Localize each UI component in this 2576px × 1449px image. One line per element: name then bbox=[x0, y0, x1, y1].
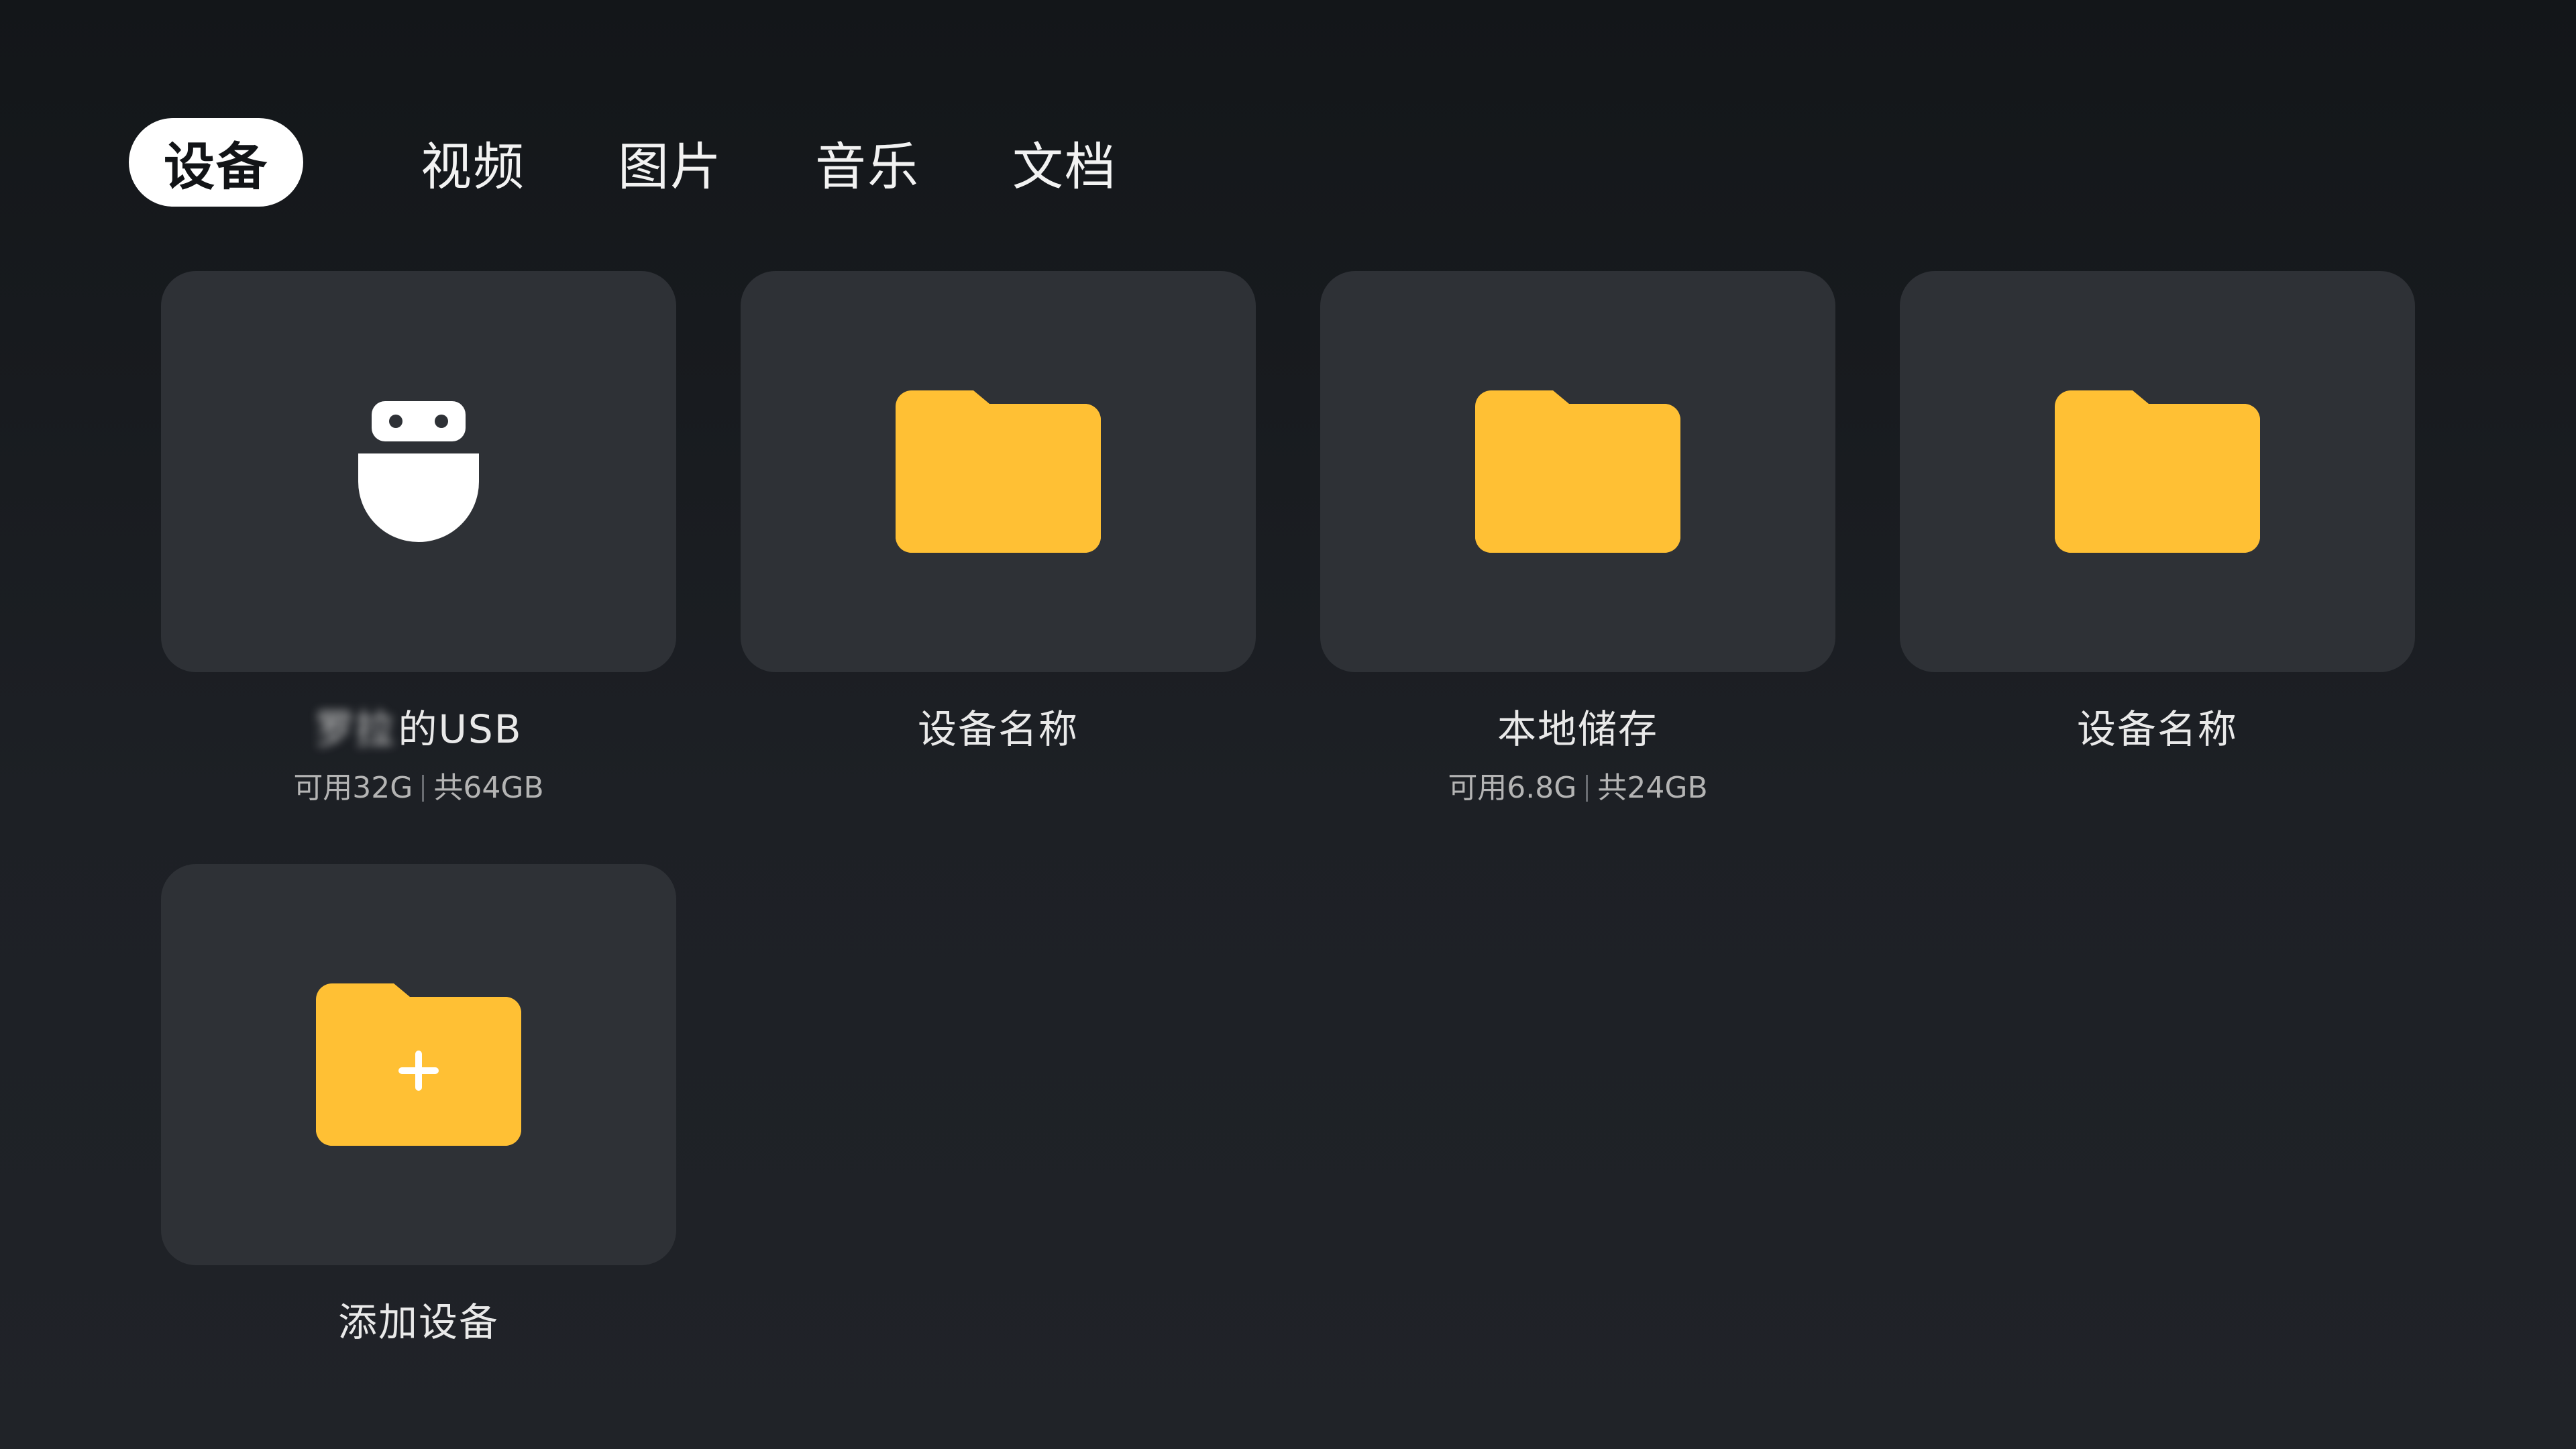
folder-icon bbox=[1475, 390, 1680, 553]
tab-pictures[interactable]: 图片 bbox=[618, 118, 722, 207]
tab-music[interactable]: 音乐 bbox=[815, 118, 920, 207]
device-tile[interactable] bbox=[161, 271, 676, 672]
available-space: 可用6.8G bbox=[1448, 771, 1577, 805]
device-name: 设备名称 bbox=[917, 706, 1079, 752]
folder-icon bbox=[896, 390, 1101, 553]
total-space: 共24GB bbox=[1597, 771, 1708, 805]
device-tile[interactable] bbox=[1900, 271, 2415, 672]
add-device-label: 添加设备 bbox=[337, 1299, 499, 1345]
device-name: 设备名称 bbox=[2076, 706, 2238, 752]
device-owner-blurred: 罗拉 bbox=[315, 706, 396, 752]
device-tile[interactable] bbox=[1320, 271, 1835, 672]
category-tabs: 设备 视频 图片 音乐 文档 bbox=[129, 118, 1210, 207]
device-capacity: 可用32G 共64GB bbox=[161, 763, 676, 806]
tab-videos[interactable]: 视频 bbox=[421, 118, 525, 207]
tab-documents[interactable]: 文档 bbox=[1012, 118, 1117, 207]
folder-icon bbox=[2055, 390, 2260, 553]
folder-plus-icon bbox=[316, 983, 521, 1146]
device-name: 本地储存 bbox=[1497, 706, 1658, 752]
usb-drive-icon bbox=[358, 401, 479, 542]
capacity-separator bbox=[1586, 775, 1589, 802]
add-device-card[interactable]: 添加设备 bbox=[161, 864, 676, 1347]
device-capacity: 可用6.8G 共24GB bbox=[1320, 763, 1835, 806]
device-name: 罗拉的USB bbox=[161, 698, 676, 754]
device-card-2[interactable]: 设备名称 bbox=[1900, 271, 2415, 754]
device-card-1[interactable]: 设备名称 bbox=[741, 271, 1256, 754]
device-card-local-storage[interactable]: 本地储存 可用6.8G 共24GB bbox=[1320, 271, 1835, 806]
device-card-usb[interactable]: 罗拉的USB 可用32G 共64GB bbox=[161, 271, 676, 806]
total-space: 共64GB bbox=[433, 771, 544, 805]
capacity-separator bbox=[422, 775, 425, 802]
available-space: 可用32G bbox=[293, 771, 413, 805]
device-tile[interactable] bbox=[741, 271, 1256, 672]
tab-devices[interactable]: 设备 bbox=[129, 118, 303, 207]
add-device-tile[interactable] bbox=[161, 864, 676, 1265]
